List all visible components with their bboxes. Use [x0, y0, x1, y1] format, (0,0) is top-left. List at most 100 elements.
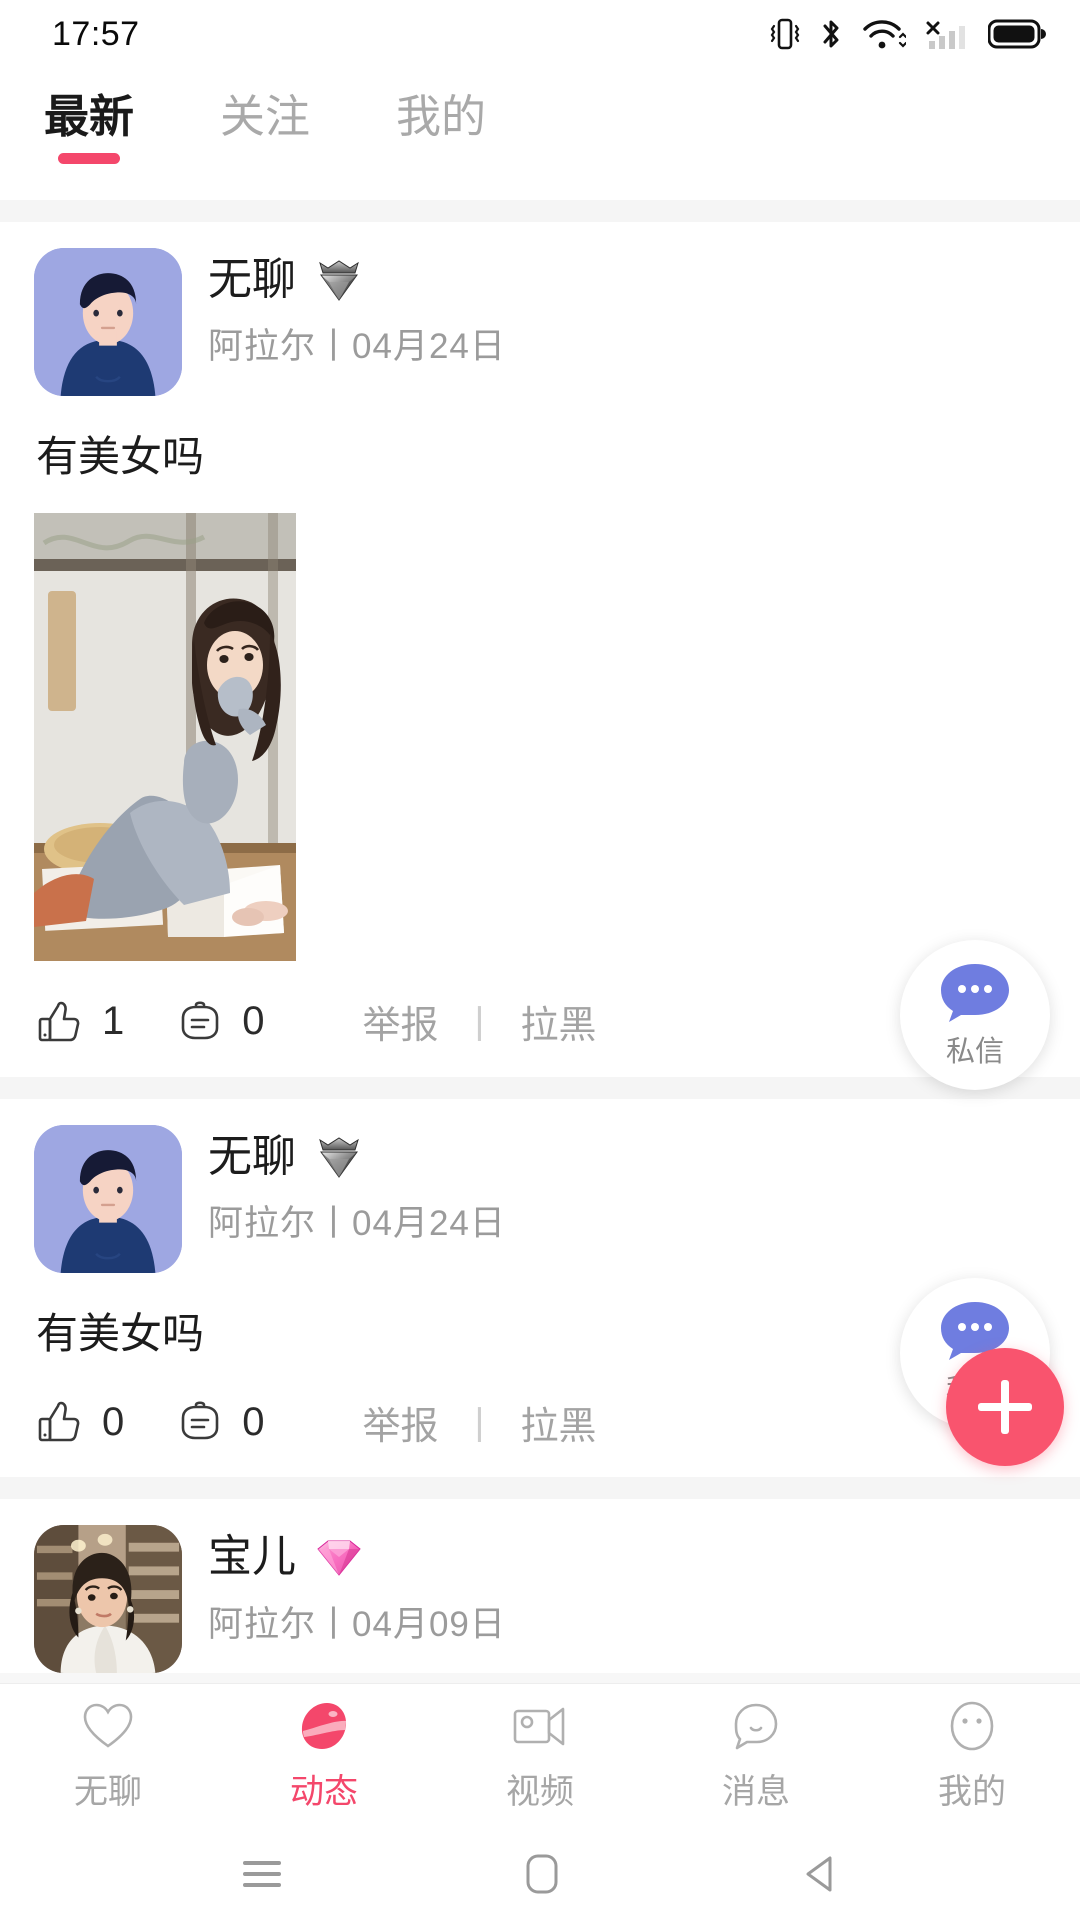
post-name-row: 无聊	[208, 255, 506, 304]
post-location: 阿拉尔	[208, 1604, 317, 1644]
post-username[interactable]: 宝儿	[208, 1532, 296, 1581]
nav-label-video: 视频	[506, 1772, 574, 1811]
face-icon	[947, 1700, 997, 1752]
silver-crown-diamond-badge	[319, 1137, 359, 1178]
tab-following[interactable]: 关注	[220, 94, 310, 164]
post-meta: 阿拉尔丨04月24日	[208, 318, 506, 369]
status-bar-clock: 17:57	[52, 14, 140, 53]
post-moderation-links: 举报 丨 拉黑	[363, 1395, 597, 1450]
comment-count: 0	[242, 999, 265, 1044]
private-message-label: 私信	[945, 1036, 1004, 1068]
post-text: 有美女吗	[36, 433, 205, 480]
links-separator: 丨	[460, 1405, 499, 1448]
nav-item-video[interactable]: 视频	[432, 1700, 648, 1813]
post-author-info: 无聊 阿拉尔丨04月24日	[208, 248, 506, 369]
feed-divider	[0, 200, 1080, 222]
tab-latest-label: 最新	[44, 91, 135, 142]
post-location: 阿拉尔	[208, 327, 317, 367]
pink-diamond-badge	[317, 1540, 361, 1577]
avatar[interactable]	[34, 1124, 182, 1273]
post-meta: 阿拉尔丨04月24日	[208, 1195, 506, 1246]
report-link[interactable]: 举报	[363, 1395, 439, 1450]
nav-item-moments[interactable]: 动态	[216, 1700, 432, 1813]
top-tab-bar: 最新 关注 我的	[0, 68, 1080, 200]
feed-post[interactable]: 无聊 阿拉尔丨04月24日 有美女吗 1 0 举报 丨 拉黑	[0, 222, 1080, 1077]
comment-count: 0	[242, 1399, 265, 1444]
post-image-content	[34, 512, 296, 961]
post-location: 阿拉尔	[208, 1203, 317, 1243]
nav-label-messages: 消息	[722, 1772, 790, 1811]
post-header: 宝儿 阿拉尔丨04月09日	[34, 1525, 1046, 1674]
links-separator: 丨	[460, 1005, 499, 1048]
avatar-illustration-male	[34, 1124, 182, 1273]
post-actions: 1 0 举报 丨 拉黑	[34, 967, 1046, 1077]
post-actions: 0 0 举报 丨 拉黑	[34, 1367, 1046, 1477]
post-username[interactable]: 无聊	[208, 255, 296, 304]
post-header: 无聊 阿拉尔丨04月24日	[34, 248, 1046, 396]
feed-divider	[0, 1076, 1080, 1099]
feed-divider	[0, 1477, 1080, 1500]
tab-latest[interactable]: 最新	[44, 94, 134, 164]
post-meta: 阿拉尔丨04月09日	[208, 1596, 506, 1647]
tab-active-indicator	[58, 153, 120, 164]
bluetooth-icon	[818, 17, 844, 51]
nav-label-moments: 动态	[290, 1772, 358, 1811]
thumbs-up-icon	[38, 1001, 80, 1041]
avatar[interactable]	[34, 248, 182, 396]
back-icon[interactable]	[800, 1852, 840, 1896]
vibrate-icon	[770, 17, 800, 51]
comment-bubble-icon	[181, 1401, 219, 1440]
report-link[interactable]: 举报	[363, 994, 439, 1049]
tab-mine-label: 我的	[396, 91, 487, 142]
like-button[interactable]: 0	[34, 1396, 124, 1448]
post-date: 04月24日	[352, 327, 506, 367]
like-button[interactable]: 1	[34, 996, 124, 1048]
like-count: 1	[102, 999, 125, 1044]
post-header: 无聊 阿拉尔丨04月24日	[34, 1124, 1046, 1273]
post-username[interactable]: 无聊	[208, 1132, 296, 1181]
signal-no-sim-icon	[924, 17, 970, 51]
post-date: 04月24日	[352, 1203, 506, 1243]
nav-item-messages[interactable]: 消息	[648, 1700, 864, 1813]
message-bubble-icon	[941, 964, 1009, 1022]
post-author-info: 宝儿 阿拉尔丨04月09日	[208, 1525, 506, 1646]
post-name-row: 宝儿	[208, 1532, 506, 1581]
avatar[interactable]	[34, 1525, 182, 1674]
block-link[interactable]: 拉黑	[521, 994, 597, 1049]
comment-button[interactable]: 0	[174, 996, 265, 1048]
post-image[interactable]	[34, 512, 296, 961]
moment-blob-icon	[297, 1700, 351, 1752]
bottom-navigation-bar: 无聊 动态 视频 消息 我的	[0, 1683, 1080, 1828]
avatar-illustration-male	[34, 248, 182, 396]
battery-full-icon	[988, 19, 1046, 49]
tab-following-label: 关注	[220, 91, 311, 142]
status-bar: 17:57	[0, 0, 1080, 68]
tab-mine[interactable]: 我的	[396, 94, 486, 164]
nav-item-boring[interactable]: 无聊	[0, 1700, 216, 1813]
feed-post[interactable]: 无聊 阿拉尔丨04月24日 有美女吗 0 0 举报 丨 拉黑	[0, 1098, 1080, 1478]
nav-item-mine[interactable]: 我的	[864, 1700, 1080, 1813]
silver-crown-diamond-badge	[319, 260, 359, 302]
nav-label-boring: 无聊	[74, 1772, 142, 1811]
wifi-icon	[862, 17, 906, 51]
private-message-button[interactable]: 私信	[900, 940, 1050, 1090]
status-bar-icons	[770, 17, 1046, 51]
post-meta-separator: 丨	[316, 1203, 353, 1243]
tab-inactive-indicator	[234, 153, 296, 164]
video-camera-icon	[511, 1700, 569, 1752]
post-text: 有美女吗	[36, 1309, 205, 1357]
like-count: 0	[102, 1399, 125, 1444]
feed-post[interactable]: 宝儿 阿拉尔丨04月09日	[0, 1499, 1080, 1674]
post-moderation-links: 举报 丨 拉黑	[363, 994, 597, 1049]
post-author-info: 无聊 阿拉尔丨04月24日	[208, 1125, 506, 1246]
block-link[interactable]: 拉黑	[521, 1395, 597, 1450]
post-name-row: 无聊	[208, 1132, 506, 1181]
post-meta-separator: 丨	[316, 1604, 353, 1644]
home-icon[interactable]	[523, 1852, 561, 1896]
comment-button[interactable]: 0	[174, 1396, 265, 1448]
app-screen: 17:57 最新 关注 我的 无聊 阿拉尔丨04月24日 有美女吗 1 0 举报…	[0, 0, 1080, 1920]
create-post-fab[interactable]	[946, 1348, 1064, 1466]
recents-icon[interactable]	[240, 1856, 284, 1892]
android-system-nav	[0, 1828, 1080, 1920]
avatar-photo-female	[34, 1525, 182, 1674]
